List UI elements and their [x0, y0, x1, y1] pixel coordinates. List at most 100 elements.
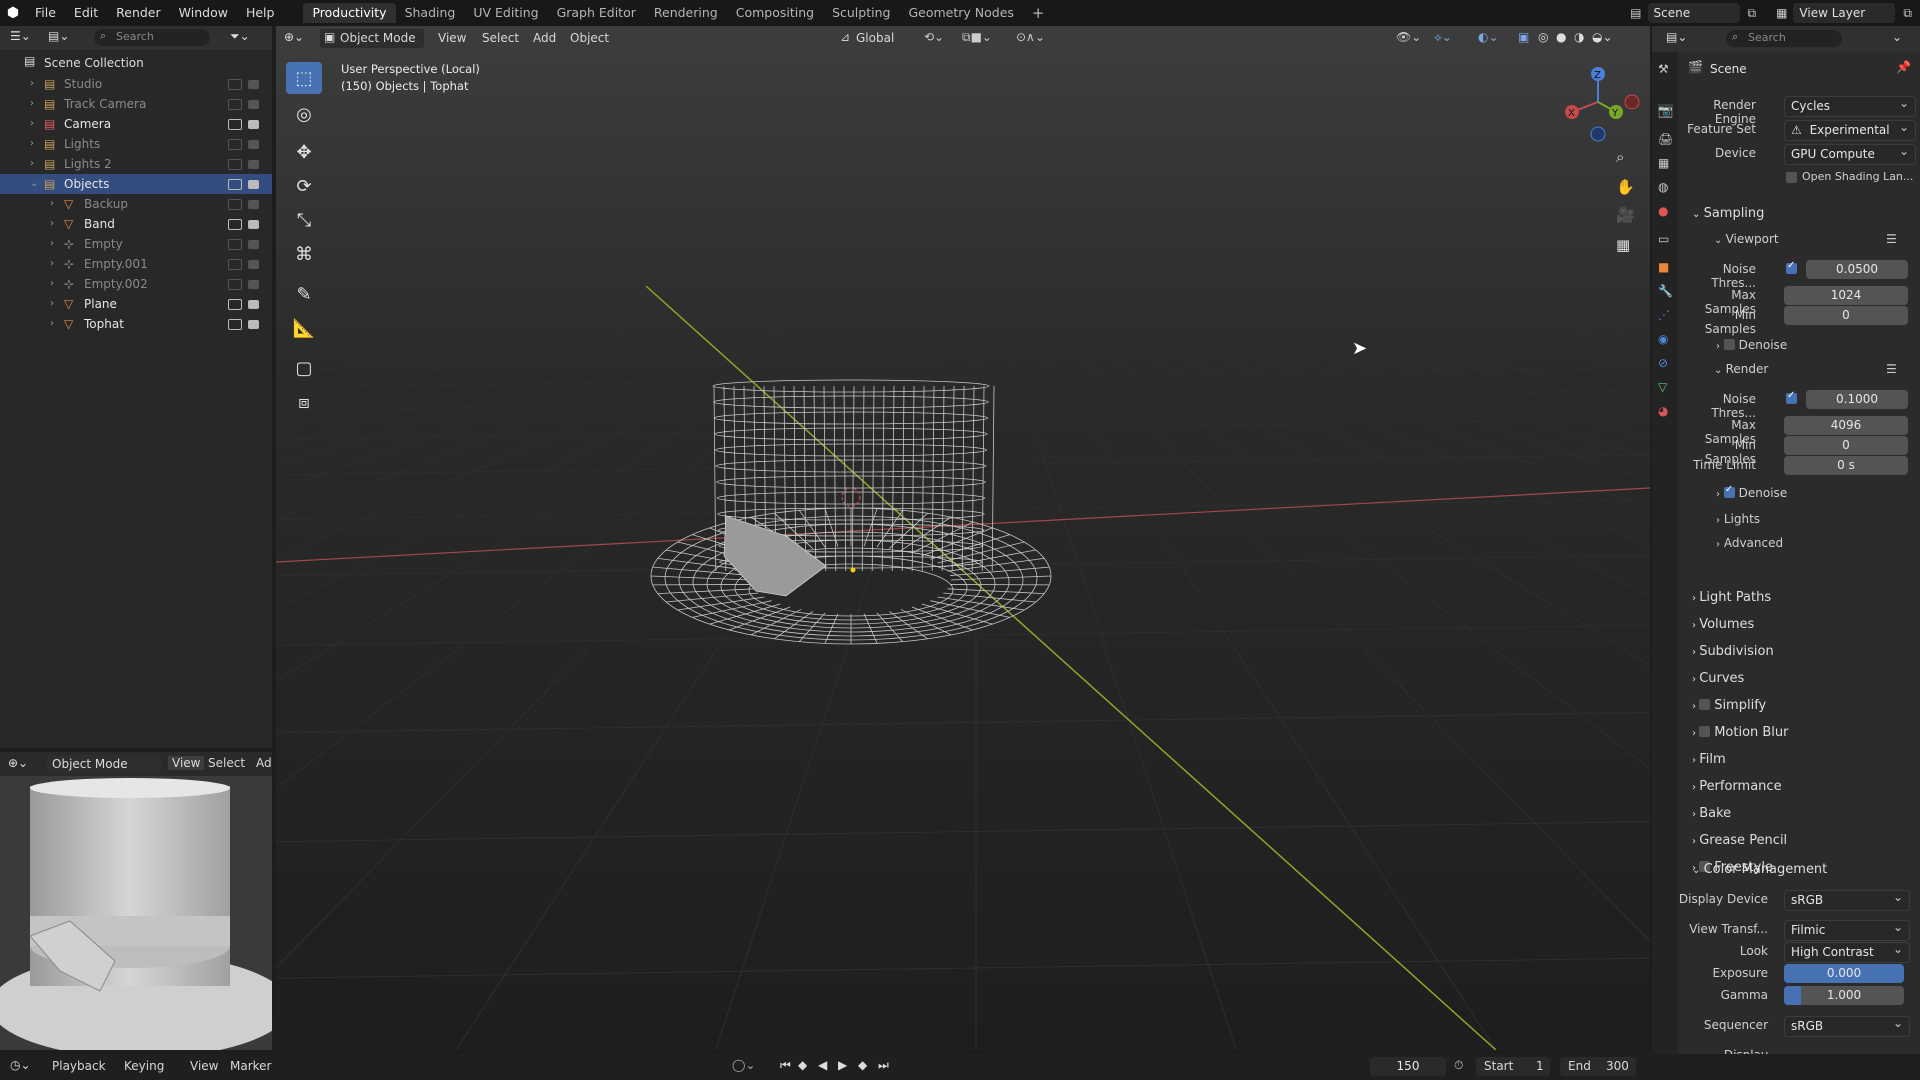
- panel-simplify[interactable]: › Simplify: [1692, 698, 1766, 713]
- filter-icon[interactable]: ⏷⌄: [230, 29, 250, 44]
- scene-tab-icon[interactable]: ◍: [1658, 180, 1668, 194]
- viewport-max-samples-field[interactable]: 1024: [1784, 286, 1908, 305]
- marker-menu[interactable]: Marker: [230, 1059, 271, 1073]
- viewport-visibility-icon[interactable]: [228, 239, 242, 250]
- view-transform-dropdown[interactable]: Filmic: [1784, 918, 1910, 941]
- viewport-denoise-checkbox[interactable]: [1723, 339, 1735, 350]
- particles-tab-icon[interactable]: ⋰: [1658, 308, 1670, 322]
- tab-productivity[interactable]: Productivity: [303, 3, 396, 23]
- 3d-viewport[interactable]: ⊕⌄ ▣ Object Mode View Select Add Object …: [276, 26, 1650, 1050]
- panel-light-paths[interactable]: › Light Paths: [1692, 590, 1771, 605]
- outliner-row[interactable]: › ▤ Lights: [0, 134, 272, 154]
- viewport-visibility-icon[interactable]: [228, 159, 242, 170]
- physics-tab-icon[interactable]: ◉: [1658, 332, 1668, 346]
- outliner-row[interactable]: › ▤ Lights 2: [0, 154, 272, 174]
- menu-add[interactable]: Add: [533, 31, 556, 45]
- viewport-visibility-icon[interactable]: [228, 279, 242, 290]
- advanced-subpanel[interactable]: › Advanced: [1716, 536, 1783, 550]
- mini-viewport[interactable]: ⊕⌄ Object Mode View Select Ad: [0, 752, 272, 1050]
- tab-sculpting[interactable]: Sculpting: [823, 3, 899, 23]
- editor-type-icon[interactable]: ⊕⌄: [284, 30, 304, 44]
- lights-subpanel[interactable]: › Lights: [1716, 512, 1760, 526]
- outliner-row[interactable]: › ▤ Camera: [0, 114, 272, 134]
- render-tab-icon[interactable]: 📷: [1658, 104, 1673, 118]
- current-frame-field[interactable]: 150: [1370, 1057, 1446, 1076]
- keying-menu[interactable]: Keying: [124, 1059, 164, 1073]
- render-max-samples-field[interactable]: 4096: [1784, 416, 1908, 435]
- object-tab-icon[interactable]: ■: [1658, 260, 1669, 274]
- menu-file[interactable]: File: [26, 0, 65, 26]
- solid-shading-icon[interactable]: ●: [1556, 30, 1566, 44]
- panel-enable-checkbox[interactable]: [1699, 699, 1711, 710]
- render-visibility-icon[interactable]: [248, 240, 259, 249]
- add-cube-tool[interactable]: ▢: [286, 352, 322, 384]
- measure-tool[interactable]: 📐: [286, 312, 322, 344]
- scene-selector[interactable]: Scene: [1647, 3, 1740, 23]
- menu-select[interactable]: Select: [482, 31, 519, 45]
- start-frame-field[interactable]: Start 1: [1476, 1057, 1550, 1076]
- mini-menu-view[interactable]: View: [168, 756, 205, 770]
- render-visibility-icon[interactable]: [248, 180, 259, 189]
- end-frame-field[interactable]: End 300: [1560, 1057, 1636, 1076]
- render-visibility-icon[interactable]: [248, 100, 259, 109]
- editor-type-icon[interactable]: ◷⌄: [10, 1058, 31, 1072]
- view-layer-tab-icon[interactable]: ▦: [1658, 156, 1669, 170]
- render-denoise-subpanel[interactable]: › Denoise: [1716, 484, 1787, 500]
- outliner-row[interactable]: › ⊹ Empty: [0, 234, 272, 254]
- viewport-min-samples-field[interactable]: 0: [1784, 306, 1908, 325]
- color-management-panel-header[interactable]: ⌄ Color Management: [1692, 862, 1827, 877]
- jump-start-icon[interactable]: ⏮: [780, 1058, 791, 1073]
- viewport-visibility-icon[interactable]: [228, 119, 242, 130]
- outliner-row[interactable]: › ▽ Plane: [0, 294, 272, 314]
- tab-shading[interactable]: Shading: [396, 3, 465, 23]
- panel-performance[interactable]: › Performance: [1692, 779, 1782, 794]
- add-primitive-tool[interactable]: ⧈: [286, 386, 322, 418]
- new-scene-icon[interactable]: ⧉: [1748, 6, 1757, 21]
- editor-type-icon[interactable]: ☰⌄: [10, 29, 31, 43]
- expand-chevron-icon[interactable]: ›: [50, 234, 54, 254]
- outliner-row[interactable]: › ▤ Track Camera: [0, 94, 272, 114]
- viewport-noise-threshold-field[interactable]: 0.0500: [1806, 260, 1908, 279]
- menu-view[interactable]: View: [438, 31, 466, 45]
- render-denoise-checkbox[interactable]: [1723, 484, 1735, 498]
- cursor-tool[interactable]: ◎: [286, 98, 322, 130]
- outliner-row[interactable]: › ▽ Backup: [0, 194, 272, 214]
- expand-chevron-icon[interactable]: ›: [50, 314, 54, 334]
- editor-type-icon[interactable]: ⊕⌄: [8, 756, 28, 770]
- mini-menu-add[interactable]: Ad: [256, 756, 272, 770]
- render-visibility-icon[interactable]: [248, 300, 259, 309]
- outliner-row[interactable]: › ⊹ Empty.002: [0, 274, 272, 294]
- render-noise-threshold-checkbox[interactable]: [1786, 390, 1797, 404]
- camera-view-icon[interactable]: 🎥: [1616, 206, 1635, 224]
- material-shading-icon[interactable]: ◑: [1574, 30, 1584, 44]
- blender-logo-icon[interactable]: ⬢: [0, 5, 26, 21]
- rotate-tool[interactable]: ⟳: [286, 170, 322, 202]
- output-tab-icon[interactable]: 🖨: [1658, 132, 1673, 146]
- feature-set-dropdown[interactable]: ⚠ Experimental: [1784, 118, 1916, 141]
- panel-volumes[interactable]: › Volumes: [1692, 617, 1754, 632]
- properties-search-input[interactable]: ⌕ Search: [1726, 30, 1842, 47]
- render-visibility-icon[interactable]: [248, 140, 259, 149]
- menu-edit[interactable]: Edit: [65, 0, 107, 26]
- viewport-visibility-icon[interactable]: [228, 219, 242, 230]
- menu-window[interactable]: Window: [170, 0, 237, 26]
- outliner-row[interactable]: › ▽ Tophat: [0, 314, 272, 334]
- menu-render[interactable]: Render: [107, 0, 170, 26]
- tab-geometry-nodes[interactable]: Geometry Nodes: [899, 3, 1022, 23]
- exposure-slider[interactable]: 0.000: [1784, 964, 1904, 983]
- outliner-search-input[interactable]: ⌕ Search: [94, 29, 210, 46]
- constraints-tab-icon[interactable]: ⊘: [1658, 356, 1668, 370]
- expand-chevron-icon[interactable]: ›: [50, 274, 54, 294]
- render-visibility-icon[interactable]: [248, 120, 259, 129]
- jump-end-icon[interactable]: ⏭: [878, 1058, 889, 1073]
- outliner-row[interactable]: › ▤ Studio: [0, 74, 272, 94]
- expand-chevron-icon[interactable]: ›: [50, 214, 54, 234]
- viewport-visibility-icon[interactable]: [228, 299, 242, 310]
- expand-chevron-icon[interactable]: ›: [30, 134, 34, 154]
- view-layer-selector[interactable]: View Layer: [1793, 3, 1896, 23]
- render-noise-threshold-field[interactable]: 0.1000: [1806, 390, 1908, 409]
- look-dropdown[interactable]: High Contrast: [1784, 940, 1910, 963]
- modifier-tab-icon[interactable]: 🔧: [1658, 284, 1673, 298]
- move-tool[interactable]: ✥: [286, 136, 322, 168]
- render-min-samples-field[interactable]: 0: [1784, 436, 1908, 455]
